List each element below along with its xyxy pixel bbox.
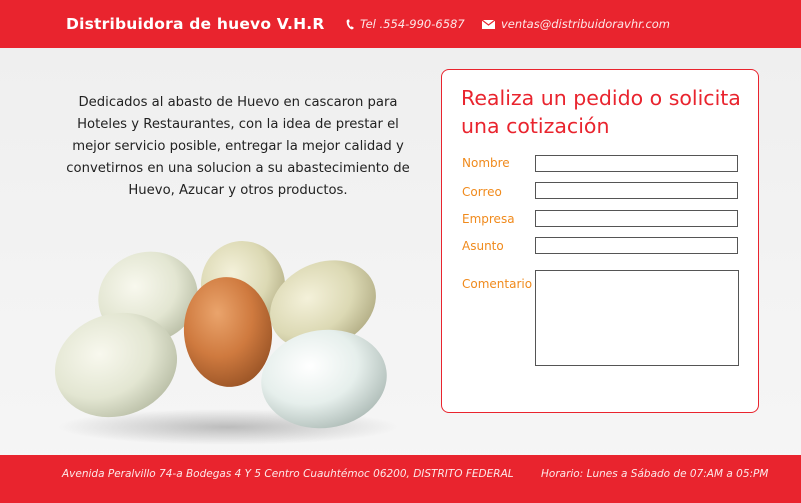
envelope-icon: [482, 19, 495, 29]
name-field[interactable]: [535, 155, 738, 172]
company-field[interactable]: [535, 210, 738, 227]
order-form-panel: Realiza un pedido o solicita una cotizac…: [441, 69, 759, 413]
intro-text: Dedicados al abasto de Huevo en cascaron…: [66, 95, 410, 198]
email-text: ventas@distribuidoravhr.com: [501, 17, 671, 31]
eggs-image: [48, 235, 408, 445]
email-field[interactable]: [535, 182, 738, 199]
form-title: Realiza un pedido o solicita una cotizac…: [461, 86, 741, 138]
phone-contact[interactable]: Tel .554-990-6587: [346, 17, 465, 31]
footer-bar: Avenida Peralvillo 74-a Bodegas 4 Y 5 Ce…: [0, 455, 801, 503]
top-bar: Distribuidora de huevo V.H.R Tel .554-99…: [0, 0, 801, 48]
email-contact[interactable]: ventas@distribuidoravhr.com: [482, 17, 670, 31]
subject-label: Asunto: [462, 239, 504, 253]
comment-label: Comentario: [462, 277, 533, 291]
footer-hours: Horario: Lunes a Sábado de 07:AM a 05:PM: [541, 468, 769, 480]
email-label: Correo: [462, 185, 502, 199]
phone-icon: [346, 19, 354, 30]
comment-field[interactable]: [535, 270, 739, 366]
footer-address: Avenida Peralvillo 74-a Bodegas 4 Y 5 Ce…: [62, 468, 514, 480]
company-label: Empresa: [462, 212, 515, 226]
subject-field[interactable]: [535, 237, 738, 254]
brand-title[interactable]: Distribuidora de huevo V.H.R: [66, 15, 324, 33]
name-label: Nombre: [462, 156, 510, 170]
phone-text: Tel .554-990-6587: [360, 17, 465, 31]
